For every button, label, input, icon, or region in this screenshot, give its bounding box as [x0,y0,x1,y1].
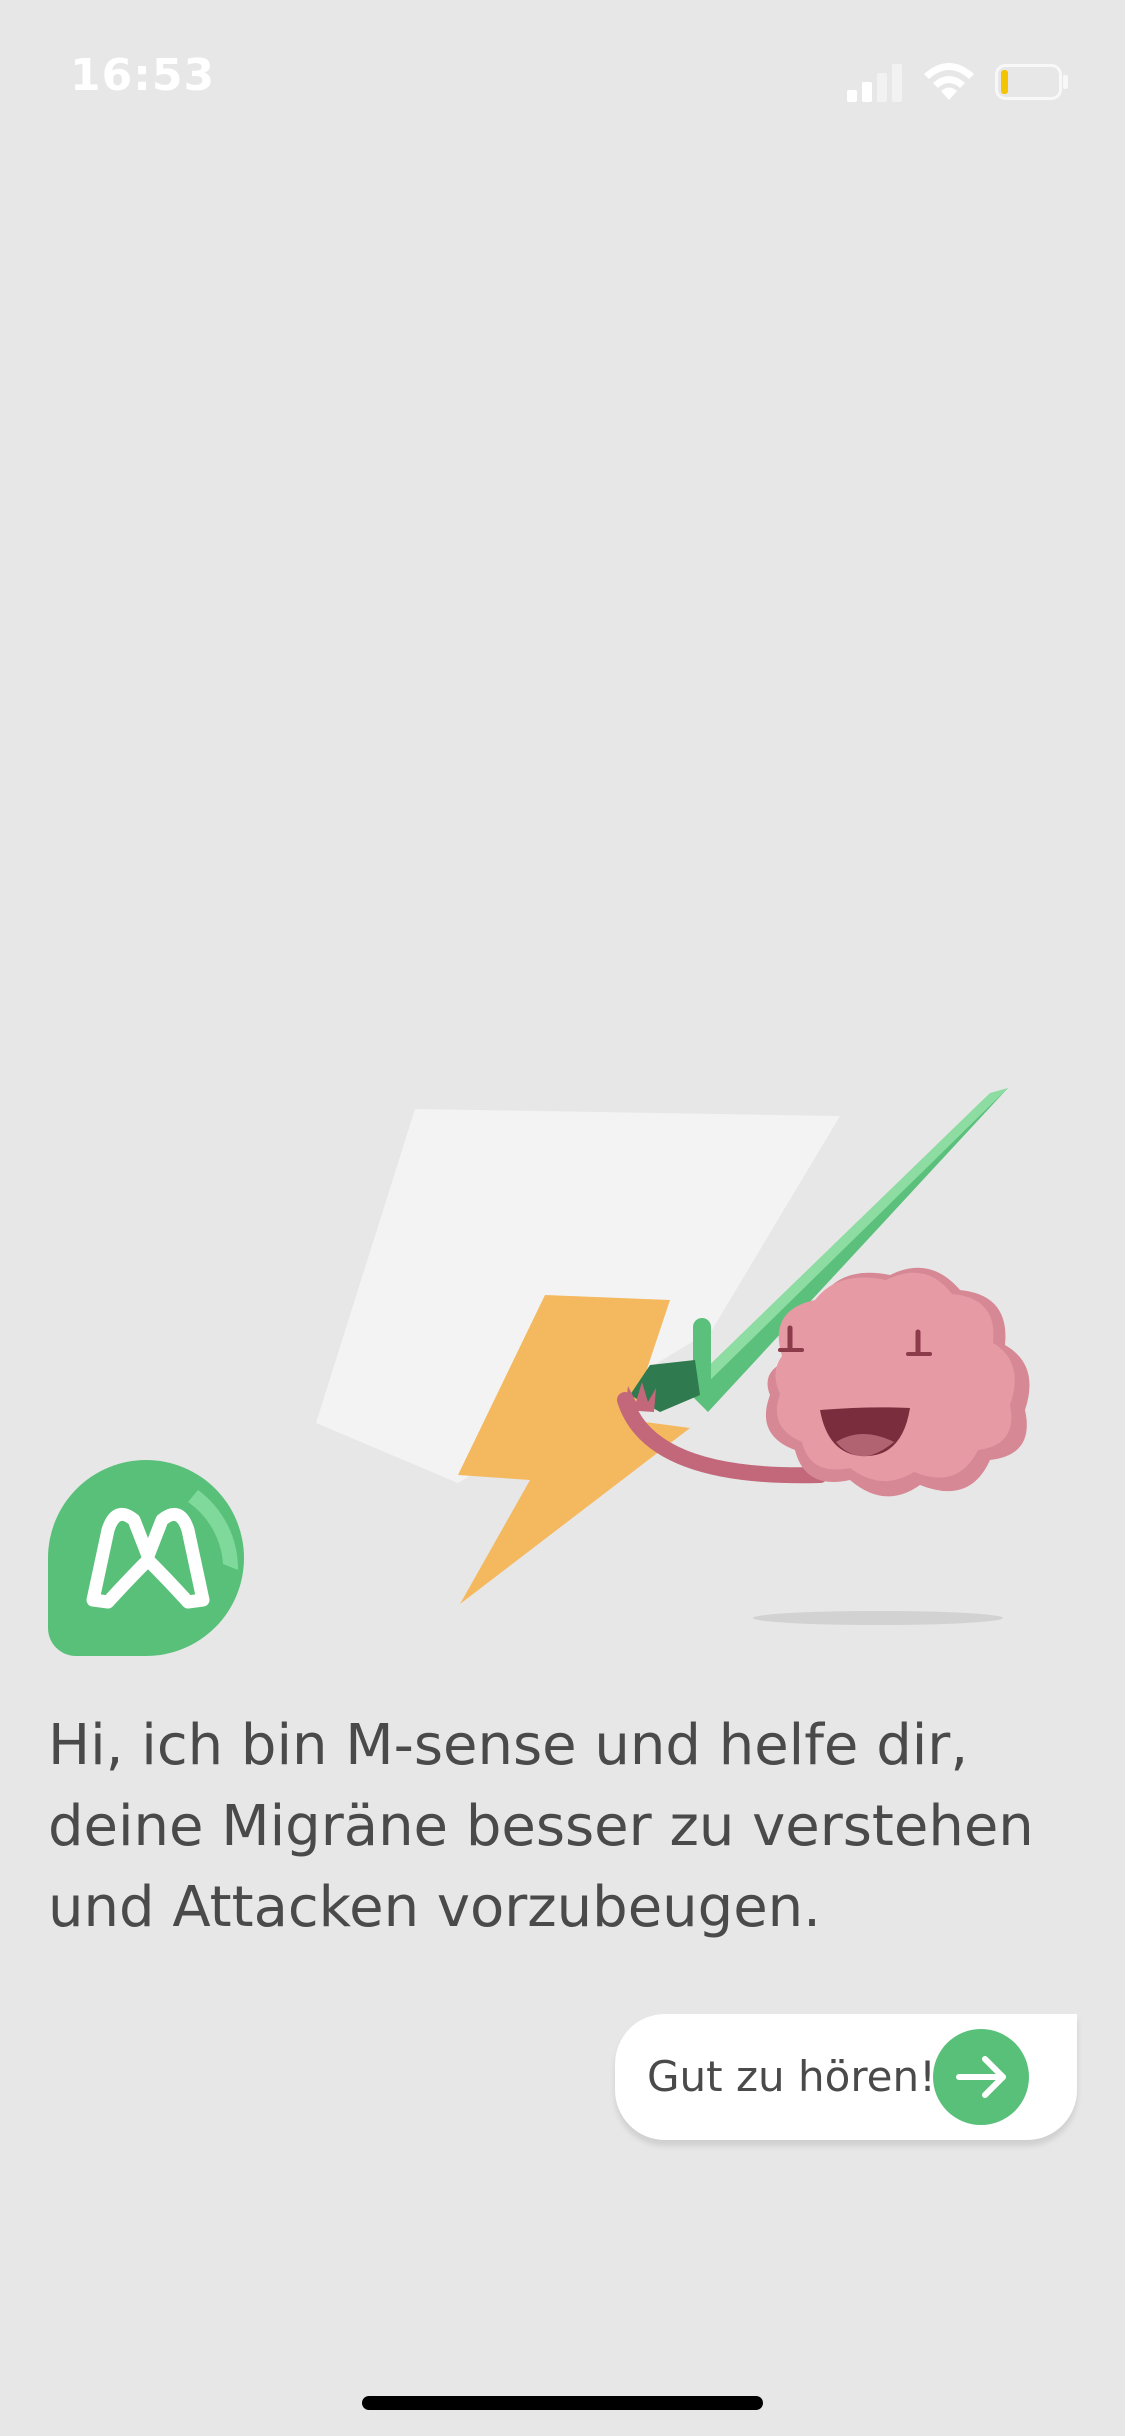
home-indicator [362,2396,763,2410]
intro-line-3: und Attacken vorzubeugen. [48,1875,821,1940]
hero-illustration [316,1088,1030,1625]
m-sense-logo [48,1460,244,1656]
status-bar: 16:53 [0,0,1125,140]
intro-message: Hi, ich bin M-sense und helfe dir, deine … [48,1705,1068,1948]
reply-button[interactable]: Gut zu hören! [615,2014,1077,2140]
arrow-button[interactable] [933,2029,1029,2125]
status-time: 16:53 [70,50,216,101]
reply-button-label: Gut zu hören! [647,2052,936,2101]
status-icons [845,60,1085,104]
wifi-icon [924,63,974,100]
intro-line-2: deine Migräne besser zu verstehen [48,1794,1034,1859]
intro-line-1: Hi, ich bin M-sense und helfe dir, [48,1713,969,1778]
signal-icon [847,64,902,102]
arrow-right-icon [956,2056,1006,2098]
character-shadow [753,1611,1003,1625]
battery-icon [995,64,1068,100]
